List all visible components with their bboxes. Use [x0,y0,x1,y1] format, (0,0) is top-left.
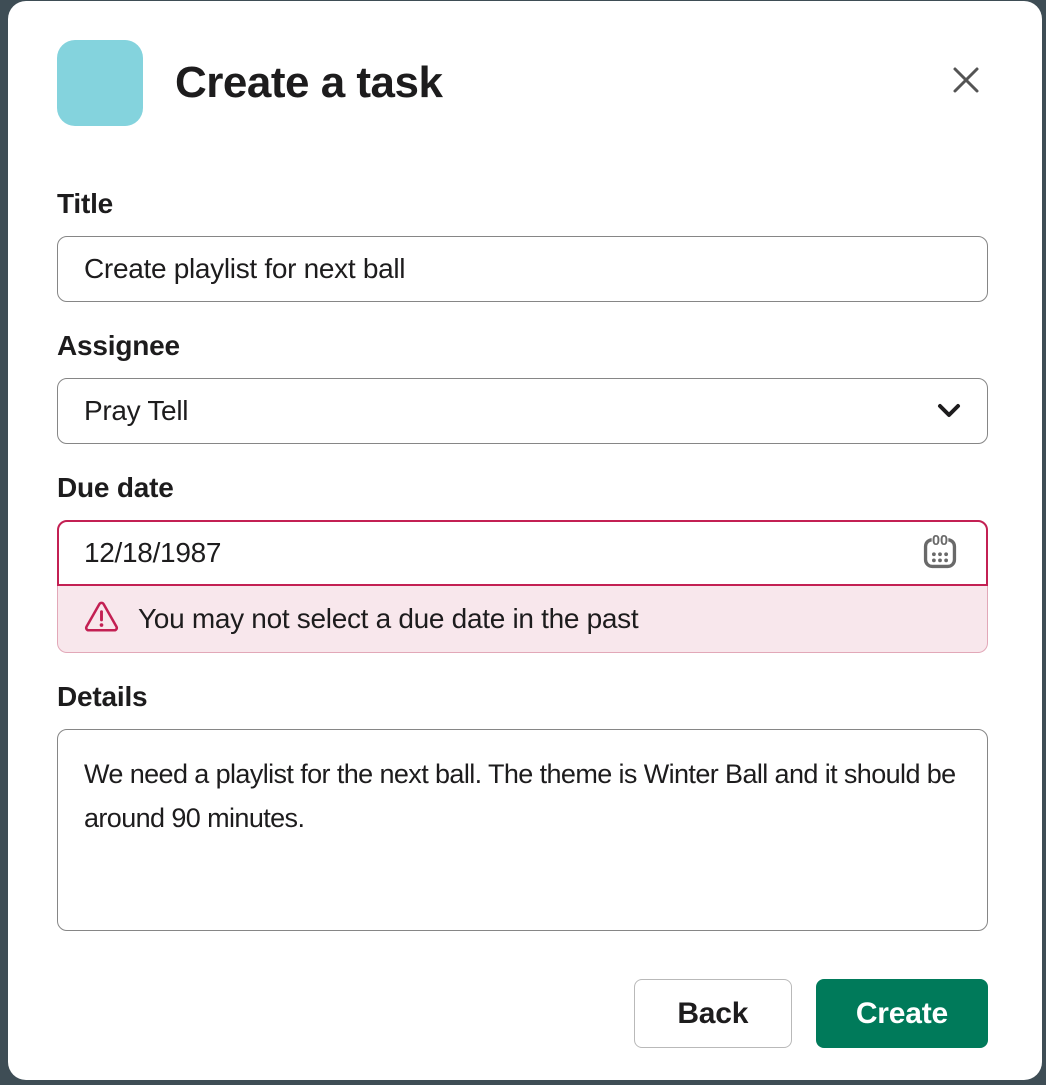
due-date-field: Due date 12/18/1987 00 [57,471,988,653]
svg-text:00: 00 [932,532,948,548]
details-label: Details [57,680,988,714]
assignee-select[interactable]: Pray Tell [57,378,988,444]
close-icon [949,63,983,97]
title-label: Title [57,187,988,221]
task-form: Title Assignee Pray Tell Due date 12/18/… [57,187,988,936]
modal-title: Create a task [175,58,442,108]
due-date-value: 12/18/1987 [84,537,918,569]
calendar-button[interactable]: 00 [918,531,962,575]
app-icon [57,40,143,126]
due-date-error-banner: You may not select a due date in the pas… [57,586,988,653]
modal-header: Create a task [57,40,988,126]
assignee-field: Assignee Pray Tell [57,329,988,444]
create-button[interactable]: Create [816,979,988,1048]
modal-footer: Back Create [57,979,988,1048]
close-button[interactable] [944,58,988,102]
details-textarea[interactable]: We need a playlist for the next ball. Th… [57,729,988,931]
warning-icon [84,601,119,638]
due-date-input[interactable]: 12/18/1987 00 [57,520,988,586]
due-date-error-text: You may not select a due date in the pas… [138,603,638,635]
chevron-down-icon [937,403,961,419]
due-date-label: Due date [57,471,988,505]
calendar-icon: 00 [920,532,960,575]
assignee-selected-value: Pray Tell [84,395,188,427]
assignee-label: Assignee [57,329,988,363]
create-task-modal: Create a task Title Assignee Pray Tell [8,1,1042,1080]
title-field: Title [57,187,988,302]
details-field: Details We need a playlist for the next … [57,680,988,936]
back-button[interactable]: Back [634,979,792,1048]
title-input[interactable] [57,236,988,302]
